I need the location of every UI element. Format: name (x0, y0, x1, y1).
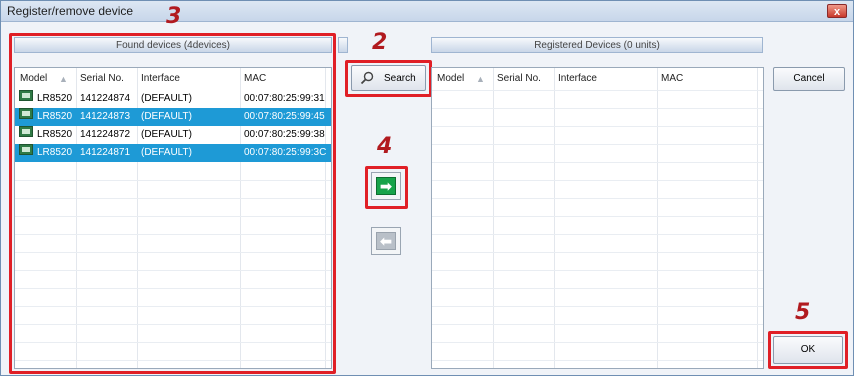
found-devices-list[interactable]: Model ▲ Serial No. Interface MAC LR8520 … (14, 67, 332, 369)
found-devices-header-extension (338, 37, 348, 53)
step-5-label: 5 (795, 300, 811, 325)
cell-model: LR8520 (37, 111, 73, 122)
cell-interface: (DEFAULT) (141, 93, 192, 104)
search-button[interactable]: Search (351, 65, 426, 91)
found-devices-header: Found devices (4devices) (14, 37, 332, 53)
remove-device-button[interactable]: ⬅ (371, 227, 401, 255)
step-4-label: 4 (377, 134, 393, 159)
search-label: Search (384, 73, 416, 84)
cell-mac: 00:07:80:25:99:38 (244, 129, 325, 140)
cell-model: LR8520 (37, 147, 73, 158)
column-model[interactable]: Model (437, 70, 464, 88)
device-icon (19, 108, 33, 119)
column-interface[interactable]: Interface (141, 70, 180, 88)
arrow-left-icon: ⬅ (376, 232, 396, 250)
column-serial-no[interactable]: Serial No. (497, 70, 541, 88)
register-device-button[interactable]: ➡ (371, 172, 401, 200)
column-model[interactable]: Model (20, 70, 47, 88)
found-device-row[interactable]: LR8520 141224871 (DEFAULT) 00:07:80:25:9… (15, 144, 331, 162)
column-mac[interactable]: MAC (661, 70, 683, 88)
found-device-row[interactable]: LR8520 141224874 (DEFAULT) 00:07:80:25:9… (15, 90, 331, 108)
device-icon (19, 126, 33, 137)
arrow-right-icon: ➡ (376, 177, 396, 195)
cell-mac: 00:07:80:25:99:3C (244, 147, 327, 158)
step-3-label: 3 (166, 4, 182, 29)
window-title: Register/remove device (7, 4, 134, 18)
found-device-row[interactable]: LR8520 141224873 (DEFAULT) 00:07:80:25:9… (15, 108, 331, 126)
magnifier-icon (360, 71, 374, 85)
ok-button[interactable]: OK (773, 336, 843, 364)
cell-serial: 141224874 (80, 93, 131, 104)
cancel-button[interactable]: Cancel (773, 67, 845, 91)
cell-serial: 141224873 (80, 111, 131, 122)
found-list-header-row: Model ▲ Serial No. Interface MAC (15, 70, 331, 88)
found-device-row[interactable]: LR8520 141224872 (DEFAULT) 00:07:80:25:9… (15, 126, 331, 144)
cell-mac: 00:07:80:25:99:45 (244, 111, 325, 122)
registered-devices-list[interactable]: Model ▲ Serial No. Interface MAC (431, 67, 764, 369)
sort-ascending-icon[interactable]: ▲ (476, 70, 485, 88)
cell-model: LR8520 (37, 129, 73, 140)
cell-mac: 00:07:80:25:99:31 (244, 93, 325, 104)
device-icon (19, 90, 33, 101)
cell-interface: (DEFAULT) (141, 111, 192, 122)
sort-ascending-icon[interactable]: ▲ (59, 70, 68, 88)
title-bar: Register/remove device x (1, 1, 853, 22)
cell-serial: 141224872 (80, 129, 131, 140)
column-mac[interactable]: MAC (244, 70, 266, 88)
cell-model: LR8520 (37, 93, 73, 104)
cell-interface: (DEFAULT) (141, 147, 192, 158)
cell-serial: 141224871 (80, 147, 131, 158)
registered-list-header-row: Model ▲ Serial No. Interface MAC (432, 70, 763, 88)
column-interface[interactable]: Interface (558, 70, 597, 88)
step-2-label: 2 (372, 30, 388, 55)
registered-devices-header: Registered Devices (0 units) (431, 37, 763, 53)
cell-interface: (DEFAULT) (141, 129, 192, 140)
device-icon (19, 144, 33, 155)
close-button[interactable]: x (827, 4, 847, 18)
column-serial-no[interactable]: Serial No. (80, 70, 124, 88)
